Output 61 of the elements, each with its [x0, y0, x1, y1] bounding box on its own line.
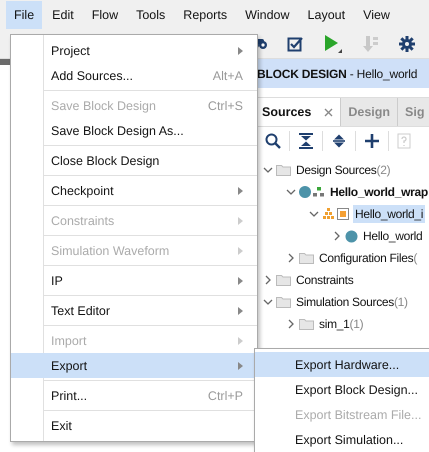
- chevron-right-icon[interactable]: [332, 231, 342, 241]
- menu-item[interactable]: Export Block Design...: [255, 377, 429, 402]
- tree-item[interactable]: Design Sources(2): [294, 161, 392, 179]
- folder-icon: [276, 296, 291, 308]
- menu-item[interactable]: Checkpoint: [11, 178, 257, 203]
- menu-item[interactable]: Save Block Design As...: [11, 118, 257, 143]
- block-design-icon: [322, 207, 350, 221]
- chevron-right-icon[interactable]: [263, 275, 273, 285]
- chevron-down-icon[interactable]: [263, 165, 273, 175]
- checkbox-icon[interactable]: [287, 36, 303, 52]
- menu-title[interactable]: Reports: [175, 1, 236, 29]
- module-icon: [345, 230, 358, 242]
- add-icon[interactable]: [364, 133, 380, 149]
- folder-icon: [299, 318, 314, 330]
- tab-label: Design: [348, 105, 390, 119]
- menu-item[interactable]: Project: [11, 38, 257, 63]
- search-icon[interactable]: [265, 133, 281, 149]
- folder-icon: [276, 274, 291, 286]
- menu-item[interactable]: Export Hardware...: [255, 352, 429, 377]
- shortcut-label: Alt+A: [212, 68, 243, 82]
- menu-title[interactable]: Flow: [84, 1, 126, 29]
- expand-all-icon[interactable]: [331, 133, 347, 149]
- tab-label: Sig: [405, 105, 424, 119]
- menu-title[interactable]: Tools: [128, 1, 174, 29]
- menu-title[interactable]: Window: [237, 1, 298, 29]
- tree-item[interactable]: Hello_world: [361, 227, 424, 245]
- menu-item[interactable]: IP: [11, 268, 257, 293]
- menu-title[interactable]: File: [6, 1, 42, 29]
- chevron-down-icon[interactable]: [309, 209, 319, 219]
- close-icon[interactable]: [324, 108, 334, 116]
- tree-item[interactable]: Constraints: [294, 271, 356, 289]
- tree-item[interactable]: sim_1(1): [317, 315, 366, 333]
- menu-item[interactable]: Exit: [11, 413, 257, 438]
- menu-item[interactable]: Close Block Design: [11, 148, 257, 173]
- shortcut-label: Ctrl+S: [208, 98, 243, 112]
- chevron-down-icon[interactable]: [286, 187, 296, 197]
- folder-icon: [276, 164, 291, 176]
- run-icon[interactable]: [323, 34, 343, 54]
- settings-icon[interactable]: [399, 36, 415, 52]
- tree-item[interactable]: Hello_world_wrap: [328, 183, 429, 201]
- menu-title[interactable]: Edit: [44, 1, 82, 29]
- module-hierarchy-icon: [299, 185, 325, 199]
- tree-item[interactable]: Simulation Sources(1): [294, 293, 410, 311]
- menu-item[interactable]: Text Editor: [11, 298, 257, 323]
- collapse-all-icon[interactable]: [298, 133, 314, 149]
- menu-title[interactable]: View: [355, 1, 398, 29]
- tree-item[interactable]: Hello_world_i: [353, 205, 426, 223]
- editor-header: BLOCK DESIGN - Hello_world: [255, 59, 429, 88]
- tab-label: Sources: [262, 105, 312, 119]
- menu-item[interactable]: Export Simulation...: [255, 427, 429, 452]
- chevron-right-icon[interactable]: [286, 253, 296, 263]
- menu-title[interactable]: Layout: [300, 1, 354, 29]
- chevron-right-icon[interactable]: [286, 319, 296, 329]
- folder-icon: [299, 252, 314, 264]
- menu-item[interactable]: Export: [11, 353, 257, 378]
- menu-item[interactable]: Print... Ctrl+P: [11, 383, 257, 408]
- tree-item[interactable]: Configuration Files(: [317, 249, 420, 267]
- shortcut-label: Ctrl+P: [208, 388, 243, 402]
- panel-tab[interactable]: Sources: [255, 98, 342, 126]
- menu-item[interactable]: Add Sources... Alt+A: [11, 63, 257, 88]
- chevron-down-icon[interactable]: [263, 297, 273, 307]
